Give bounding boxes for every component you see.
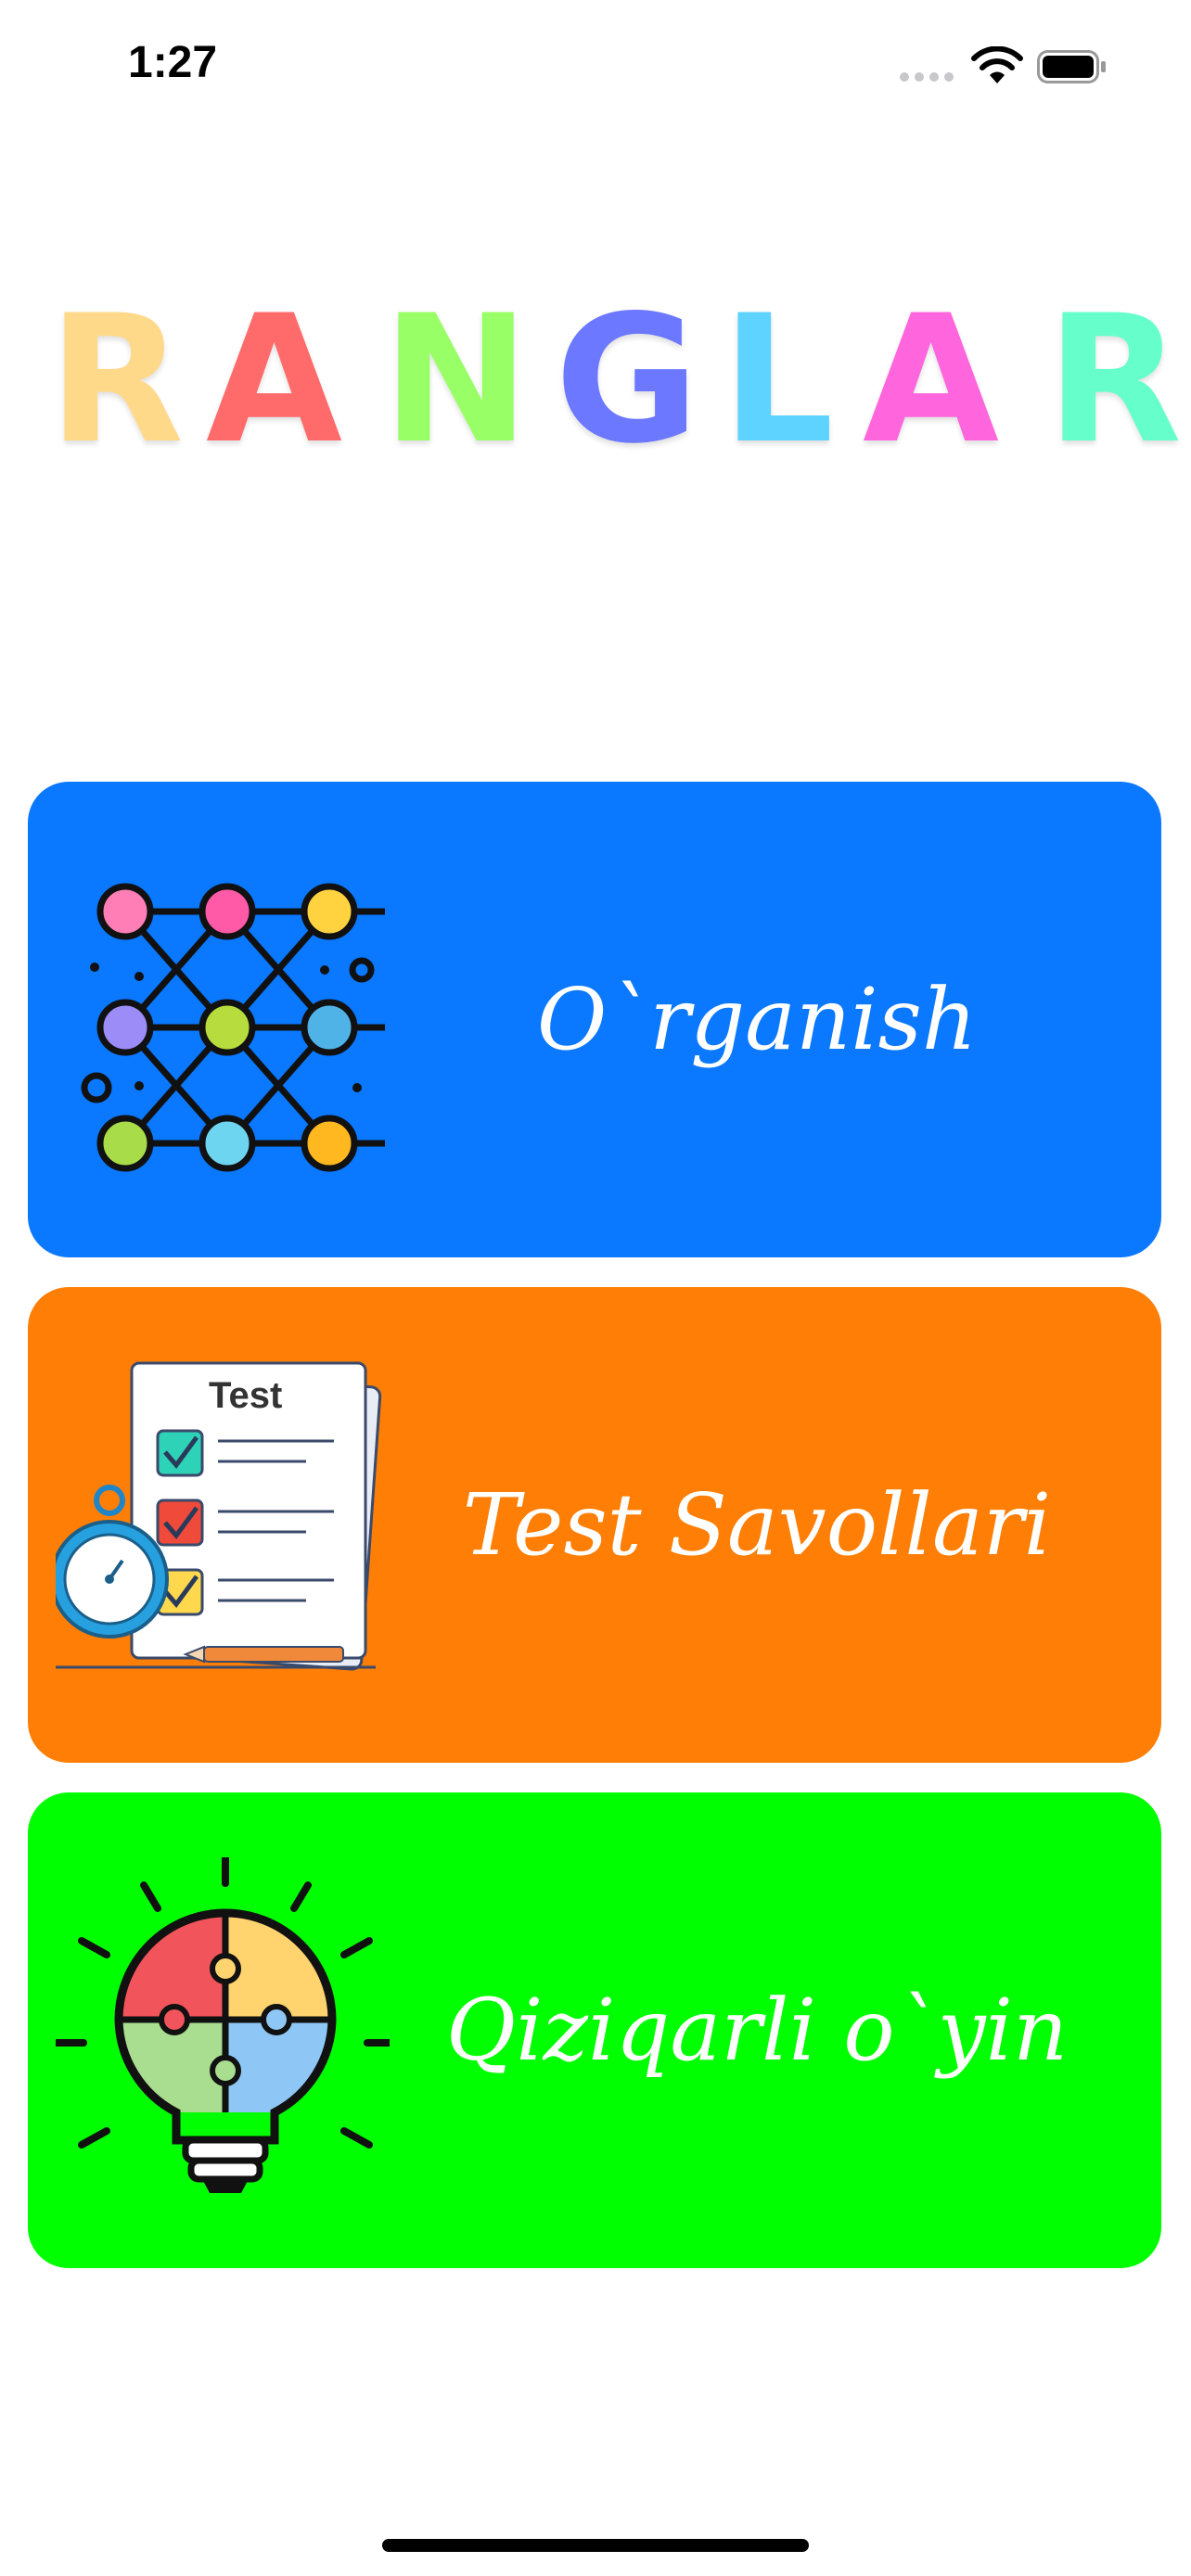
status-time: 1:27 [128, 38, 218, 87]
title-letter: A [206, 277, 343, 482]
status-bar: 1:27 [0, 0, 1191, 139]
test-sheet-icon: Test [56, 1361, 382, 1671]
home-indicator [382, 2539, 809, 2552]
title-letter: A [863, 277, 1000, 482]
test-questions-button[interactable]: Test Test Savollari [28, 1287, 1161, 1763]
test-sheet-title: Test [209, 1375, 282, 1416]
title-letter: L [722, 277, 835, 482]
title-letter: G [555, 277, 699, 482]
title-letter: R [1046, 277, 1183, 482]
title-letter: N [382, 277, 531, 482]
fun-game-button[interactable]: Qiziqarli o`yin [28, 1792, 1161, 2268]
puzzle-lightbulb-icon [56, 1857, 390, 2193]
title-letter: R [48, 277, 185, 482]
learn-button[interactable]: O`rganish [28, 782, 1161, 1257]
battery-icon [1037, 50, 1106, 83]
fun-game-label: Qiziqarli o`yin [445, 1981, 1069, 2080]
learn-label: O`rganish [536, 970, 978, 1069]
wifi-icon [971, 46, 1023, 83]
cellular-signal-icon [900, 72, 954, 82]
network-nodes-icon [81, 883, 385, 1172]
test-questions-label: Test Savollari [462, 1475, 1052, 1575]
app-title: R A N G L A R [0, 287, 1191, 473]
